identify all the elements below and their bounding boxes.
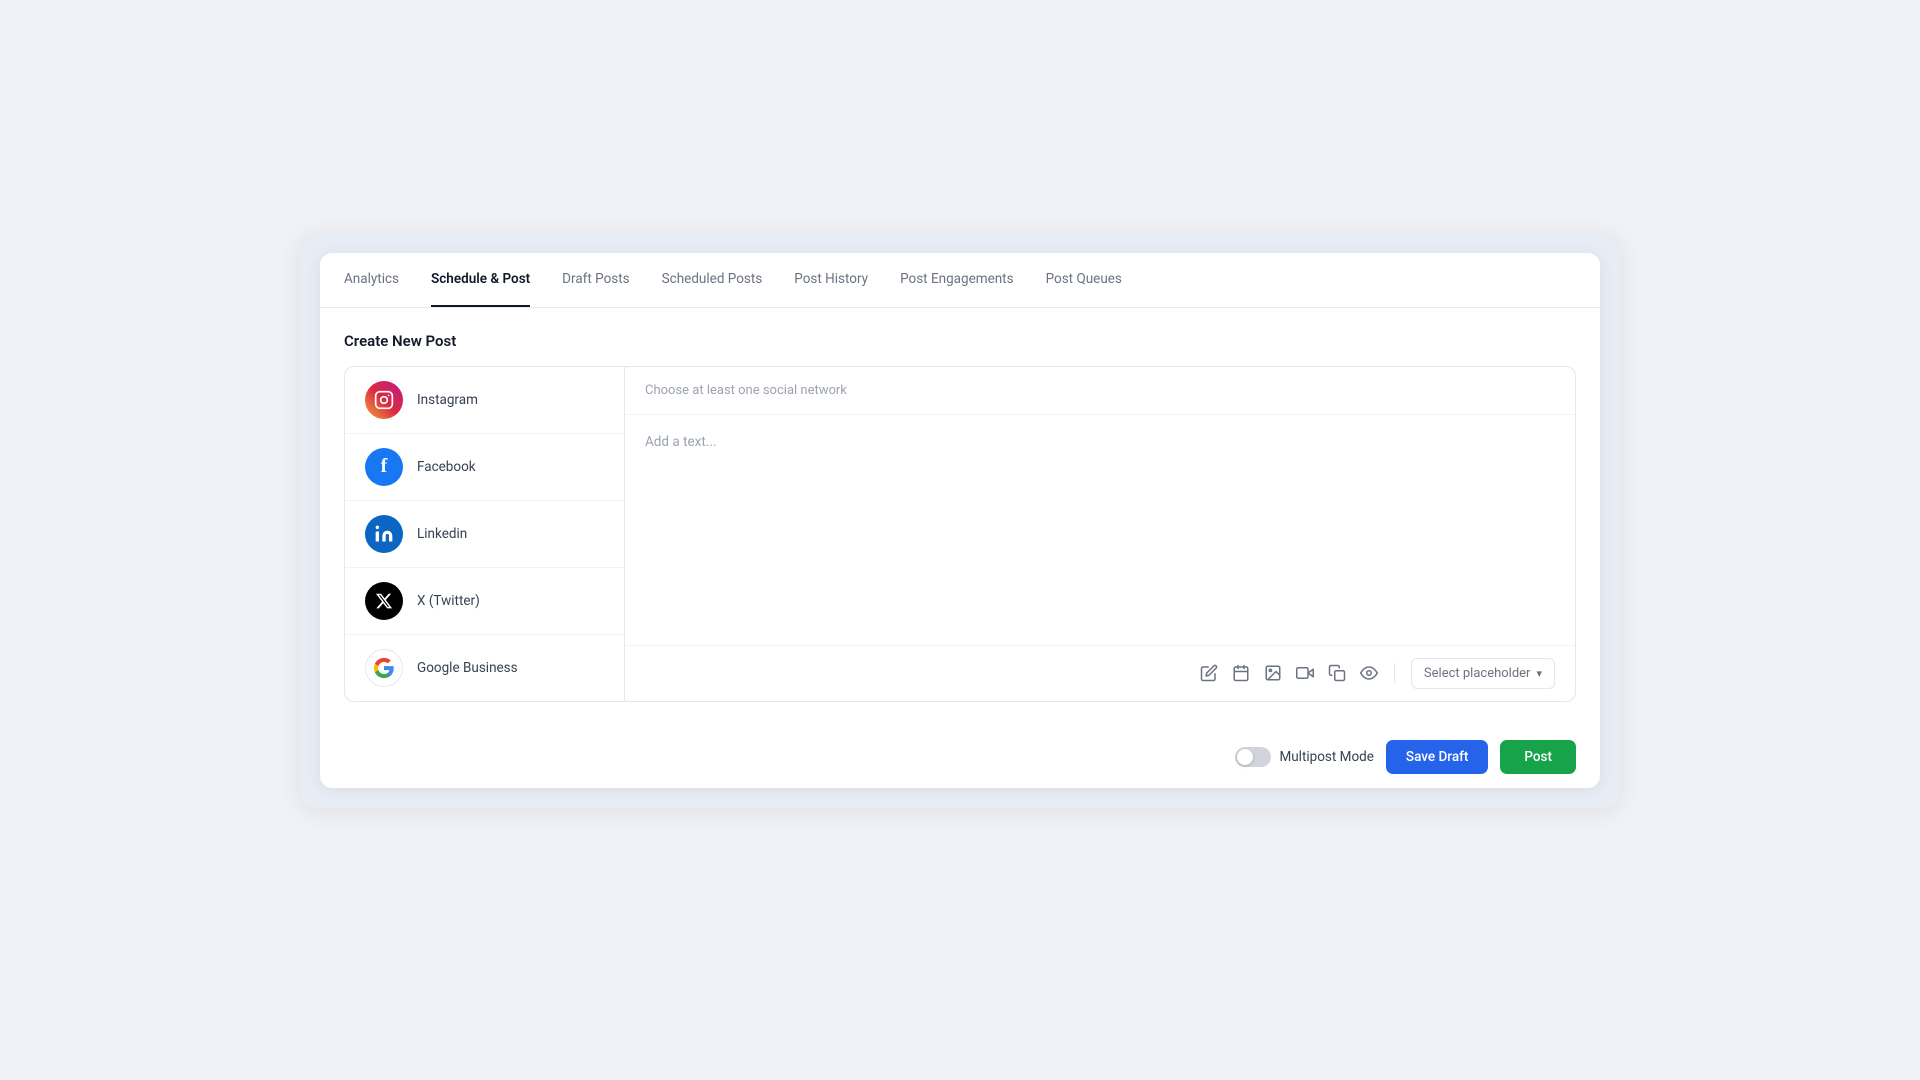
avatar-twitter bbox=[365, 582, 403, 620]
social-item-google[interactable]: Google Business bbox=[345, 635, 624, 701]
social-name-twitter: X (Twitter) bbox=[417, 593, 480, 609]
multipost-toggle: Multipost Mode bbox=[1235, 747, 1373, 767]
tab-draft-posts[interactable]: Draft Posts bbox=[562, 253, 629, 307]
create-post-layout: Instagram f Facebook bbox=[344, 366, 1576, 702]
text-area[interactable]: Add a text... bbox=[625, 415, 1575, 645]
social-sidebar: Instagram f Facebook bbox=[345, 367, 625, 701]
social-item-instagram[interactable]: Instagram bbox=[345, 367, 624, 434]
multipost-toggle-switch[interactable] bbox=[1235, 747, 1271, 767]
text-placeholder: Add a text... bbox=[645, 434, 716, 450]
video-icon[interactable] bbox=[1296, 664, 1314, 682]
social-item-linkedin[interactable]: Linkedin bbox=[345, 501, 624, 568]
outer-wrapper: Analytics Schedule & Post Draft Posts Sc… bbox=[300, 233, 1620, 808]
multipost-label: Multipost Mode bbox=[1279, 749, 1373, 765]
tab-scheduled-posts[interactable]: Scheduled Posts bbox=[662, 253, 763, 307]
tab-post-queues[interactable]: Post Queues bbox=[1046, 253, 1122, 307]
toolbar-divider bbox=[1394, 663, 1395, 683]
placeholder-select-label: Select placeholder bbox=[1424, 666, 1531, 681]
post-button[interactable]: Post bbox=[1500, 740, 1576, 774]
preview-icon[interactable] bbox=[1360, 664, 1378, 682]
toolbar-icons bbox=[1200, 664, 1378, 682]
tab-post-history[interactable]: Post History bbox=[794, 253, 868, 307]
avatar-instagram bbox=[365, 381, 403, 419]
editor-toolbar: Select placeholder ▾ bbox=[625, 645, 1575, 701]
social-name-linkedin: Linkedin bbox=[417, 526, 467, 542]
toggle-knob bbox=[1237, 749, 1253, 765]
bottom-actions: Multipost Mode Save Draft Post bbox=[320, 726, 1600, 788]
tab-schedule-post[interactable]: Schedule & Post bbox=[431, 253, 530, 307]
social-name-facebook: Facebook bbox=[417, 459, 476, 475]
tab-post-engagements[interactable]: Post Engagements bbox=[900, 253, 1014, 307]
placeholder-select[interactable]: Select placeholder ▾ bbox=[1411, 658, 1555, 689]
social-network-hint: Choose at least one social network bbox=[625, 367, 1575, 415]
social-item-twitter[interactable]: X (Twitter) bbox=[345, 568, 624, 635]
save-draft-button[interactable]: Save Draft bbox=[1386, 740, 1488, 774]
social-name-instagram: Instagram bbox=[417, 392, 478, 408]
main-card: Analytics Schedule & Post Draft Posts Sc… bbox=[320, 253, 1600, 788]
social-name-google: Google Business bbox=[417, 660, 518, 676]
edit-icon[interactable] bbox=[1200, 664, 1218, 682]
avatar-linkedin bbox=[365, 515, 403, 553]
avatar-google bbox=[365, 649, 403, 687]
post-editor: Choose at least one social network Add a… bbox=[625, 367, 1575, 701]
image-icon[interactable] bbox=[1264, 664, 1282, 682]
tab-analytics[interactable]: Analytics bbox=[344, 253, 399, 307]
facebook-icon: f bbox=[381, 455, 388, 478]
content-area: Create New Post Instagram bbox=[320, 308, 1600, 726]
link-icon[interactable] bbox=[1328, 664, 1346, 682]
chevron-down-icon: ▾ bbox=[1536, 667, 1542, 680]
nav-tabs: Analytics Schedule & Post Draft Posts Sc… bbox=[320, 253, 1600, 308]
social-item-facebook[interactable]: f Facebook bbox=[345, 434, 624, 501]
calendar-icon[interactable] bbox=[1232, 664, 1250, 682]
section-title: Create New Post bbox=[344, 332, 1576, 350]
avatar-facebook: f bbox=[365, 448, 403, 486]
